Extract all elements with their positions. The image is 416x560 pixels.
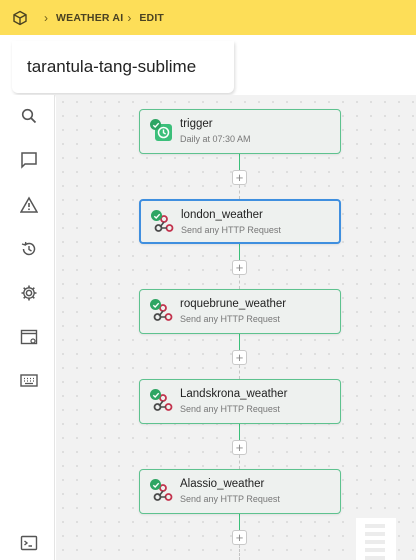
- breadcrumb-app[interactable]: WEATHER AI: [56, 12, 123, 24]
- warning-icon[interactable]: [19, 195, 39, 215]
- connector-line: [239, 154, 240, 170]
- cube-logo-icon[interactable]: [0, 0, 40, 35]
- node-name: Landskrona_weather: [180, 388, 288, 400]
- connector-line: [239, 275, 240, 289]
- canvas-minimap[interactable]: [356, 518, 396, 560]
- success-check-icon: [150, 299, 161, 310]
- flow-title-card[interactable]: tarantula-tang-sublime: [12, 41, 234, 93]
- connector-line: [239, 365, 240, 379]
- page-title: tarantula-tang-sublime: [27, 57, 197, 76]
- connector-line: [239, 514, 240, 530]
- connector-line: [239, 244, 240, 260]
- success-check-icon: [150, 389, 161, 400]
- breadcrumb-edit[interactable]: EDIT: [139, 12, 164, 24]
- node-name: roquebrune_weather: [180, 298, 287, 310]
- success-check-icon: [150, 119, 161, 130]
- chevron-right-icon: ›: [127, 10, 132, 25]
- chevron-right-icon: ›: [44, 10, 48, 25]
- node-description: Send any HTTP Request: [180, 314, 280, 324]
- connector-line: [239, 334, 240, 350]
- add-step-button[interactable]: +: [232, 440, 247, 455]
- search-icon[interactable]: [19, 106, 39, 126]
- flow-node-roquebrune-weather[interactable]: roquebrune_weather Send any HTTP Request: [139, 289, 341, 334]
- chat-icon[interactable]: [19, 150, 39, 170]
- add-step-button[interactable]: +: [232, 350, 247, 365]
- add-step-button[interactable]: +: [232, 530, 247, 545]
- flow-node-london-weather[interactable]: london_weather Send any HTTP Request: [139, 199, 341, 244]
- top-bar: › WEATHER AI › EDIT: [0, 0, 416, 35]
- node-description: Send any HTTP Request: [180, 404, 280, 414]
- flow-node-trigger[interactable]: trigger Daily at 07:30 AM: [139, 109, 341, 154]
- connector-line: [239, 455, 240, 469]
- connector-line: [239, 545, 240, 560]
- success-check-icon: [151, 210, 162, 221]
- keyboard-icon[interactable]: [19, 371, 39, 391]
- connector-line: [239, 424, 240, 440]
- gear-icon[interactable]: [19, 283, 39, 303]
- node-description: Send any HTTP Request: [181, 225, 281, 235]
- flow-canvas[interactable]: + + + + + trigger Daily at 07:30 AM lond…: [56, 95, 416, 560]
- node-name: london_weather: [181, 209, 263, 221]
- success-check-icon: [150, 479, 161, 490]
- add-step-button[interactable]: +: [232, 170, 247, 185]
- node-description: Send any HTTP Request: [180, 494, 280, 504]
- flow-node-alassio-weather[interactable]: Alassio_weather Send any HTTP Request: [139, 469, 341, 514]
- node-name: Alassio_weather: [180, 478, 265, 490]
- terminal-icon[interactable]: [19, 533, 39, 553]
- node-description: Daily at 07:30 AM: [180, 134, 251, 144]
- window-settings-icon[interactable]: [19, 327, 39, 347]
- connector-line: [239, 185, 240, 199]
- title-area: tarantula-tang-sublime: [0, 35, 416, 95]
- node-name: trigger: [180, 118, 213, 130]
- left-sidebar: [0, 95, 55, 560]
- history-icon[interactable]: [19, 239, 39, 259]
- flow-node-landskrona-weather[interactable]: Landskrona_weather Send any HTTP Request: [139, 379, 341, 424]
- add-step-button[interactable]: +: [232, 260, 247, 275]
